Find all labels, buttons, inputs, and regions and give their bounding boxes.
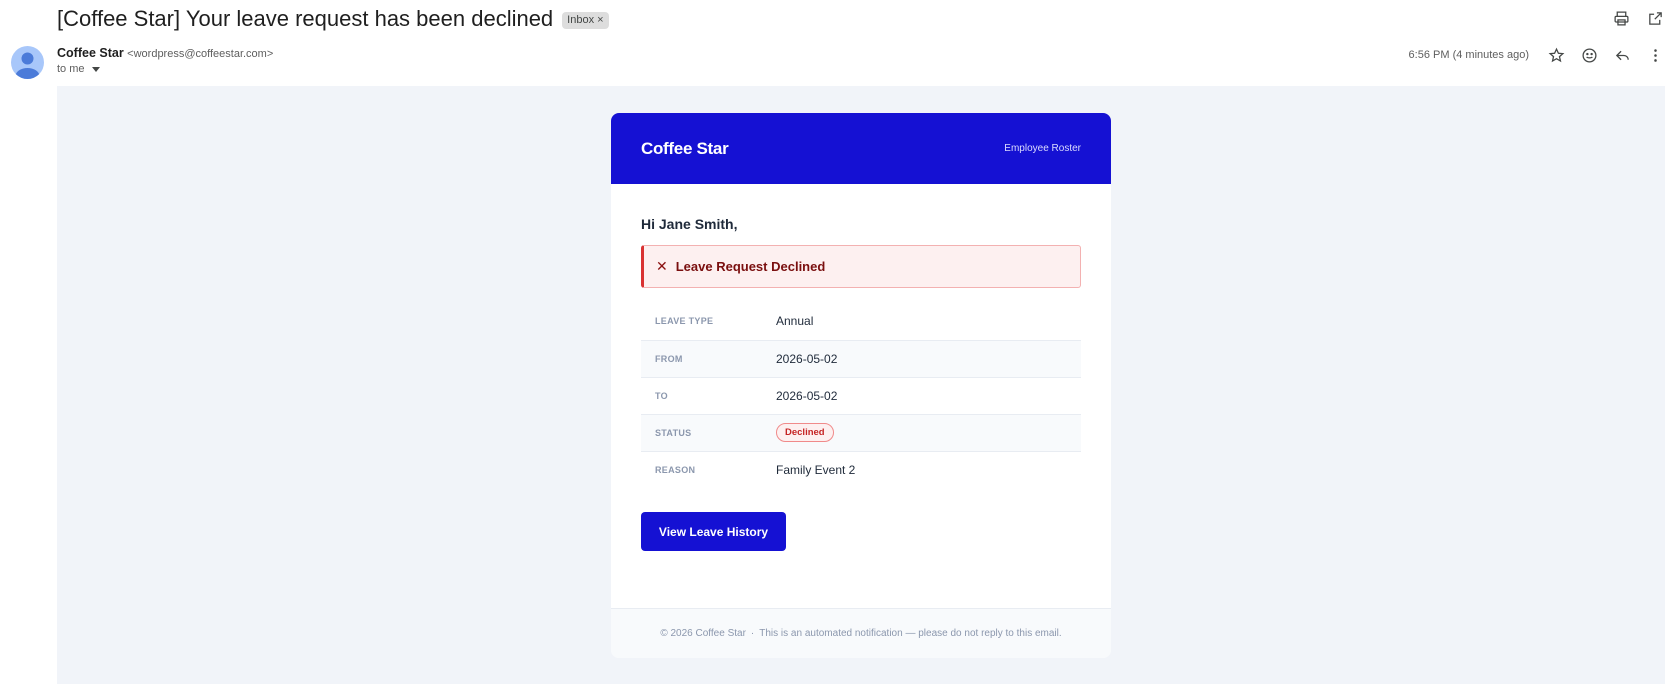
card-footer: © 2026 Coffee Star · This is an automate… [611, 608, 1111, 658]
row-value: 2026-05-02 [776, 388, 838, 403]
recipient-line: to me [57, 63, 85, 75]
notification-card: Coffee Star Employee Roster Hi Jane Smit… [611, 113, 1111, 658]
declined-alert: ✕ Leave Request Declined [641, 245, 1081, 288]
inbox-label-text: Inbox [567, 14, 595, 26]
card-content: Hi Jane Smith, ✕ Leave Request Declined … [611, 184, 1111, 551]
footer-separator: · [750, 628, 755, 639]
row-value: 2026-05-02 [776, 351, 838, 366]
table-row: TO 2026-05-02 [641, 377, 1081, 414]
avatar[interactable] [11, 46, 44, 79]
row-value: Declined [776, 414, 1081, 451]
row-label: LEAVE TYPE [655, 316, 714, 327]
table-row: LEAVE TYPE Annual [641, 303, 1081, 340]
row-label: FROM [655, 353, 683, 364]
sender-meta: Coffee Star <wordpress@coffeestar.com> t… [57, 46, 273, 75]
message-actions: 6:56 PM (4 minutes ago) [1409, 45, 1665, 65]
header-subtitle: Employee Roster [1004, 143, 1081, 154]
table-row: FROM 2026-05-02 [641, 340, 1081, 377]
reply-icon[interactable] [1612, 45, 1632, 65]
email-subject-text: [Coffee Star] Your leave request has bee… [57, 6, 554, 31]
sender-row: Coffee Star <wordpress@coffeestar.com> t… [0, 42, 1675, 84]
status-badge: Declined [776, 423, 834, 442]
sender-name[interactable]: Coffee Star [57, 46, 124, 60]
sender-line: Coffee Star <wordpress@coffeestar.com> [57, 46, 273, 60]
alert-text: Leave Request Declined [675, 259, 826, 274]
card-header: Coffee Star Employee Roster [611, 113, 1111, 184]
table-row: STATUS Declined [641, 414, 1081, 451]
person-icon [15, 52, 40, 79]
emoji-icon[interactable] [1579, 45, 1599, 65]
open-in-new-icon[interactable] [1645, 8, 1665, 28]
row-value: Family Event 2 [776, 462, 856, 477]
greeting: Hi Jane Smith, [641, 216, 738, 232]
table-row: REASON Family Event 2 [641, 451, 1081, 488]
brand-name: Coffee Star [641, 139, 729, 158]
subject-row: [Coffee Star] Your leave request has bee… [0, 0, 1675, 38]
remove-label-icon[interactable]: × [597, 14, 603, 26]
email-body: Coffee Star Employee Roster Hi Jane Smit… [57, 86, 1665, 684]
row-label: STATUS [655, 427, 692, 438]
footer-copyright: © 2026 Coffee Star [660, 628, 746, 639]
row-label: REASON [655, 464, 696, 475]
chevron-down-icon [91, 66, 100, 72]
close-icon: ✕ [656, 258, 668, 274]
star-icon[interactable] [1546, 45, 1566, 65]
printer-icon[interactable] [1611, 8, 1631, 28]
sender-email: <wordpress@coffeestar.com> [127, 48, 274, 60]
recipient-details-toggle[interactable]: to me [57, 63, 273, 75]
top-actions [1611, 8, 1665, 28]
more-vertical-icon[interactable] [1645, 45, 1665, 65]
message-timestamp: 6:56 PM (4 minutes ago) [1408, 49, 1529, 61]
view-leave-history-button[interactable]: View Leave History [641, 512, 786, 551]
leave-details-table: LEAVE TYPE Annual FROM 2026-05-02 TO 202… [641, 303, 1081, 488]
inbox-label-chip[interactable]: Inbox × [562, 11, 609, 29]
email-subject: [Coffee Star] Your leave request has bee… [57, 6, 609, 32]
row-value: Annual [776, 314, 814, 329]
footer-note: This is an automated notification — plea… [759, 628, 1062, 639]
row-label: TO [655, 390, 668, 401]
